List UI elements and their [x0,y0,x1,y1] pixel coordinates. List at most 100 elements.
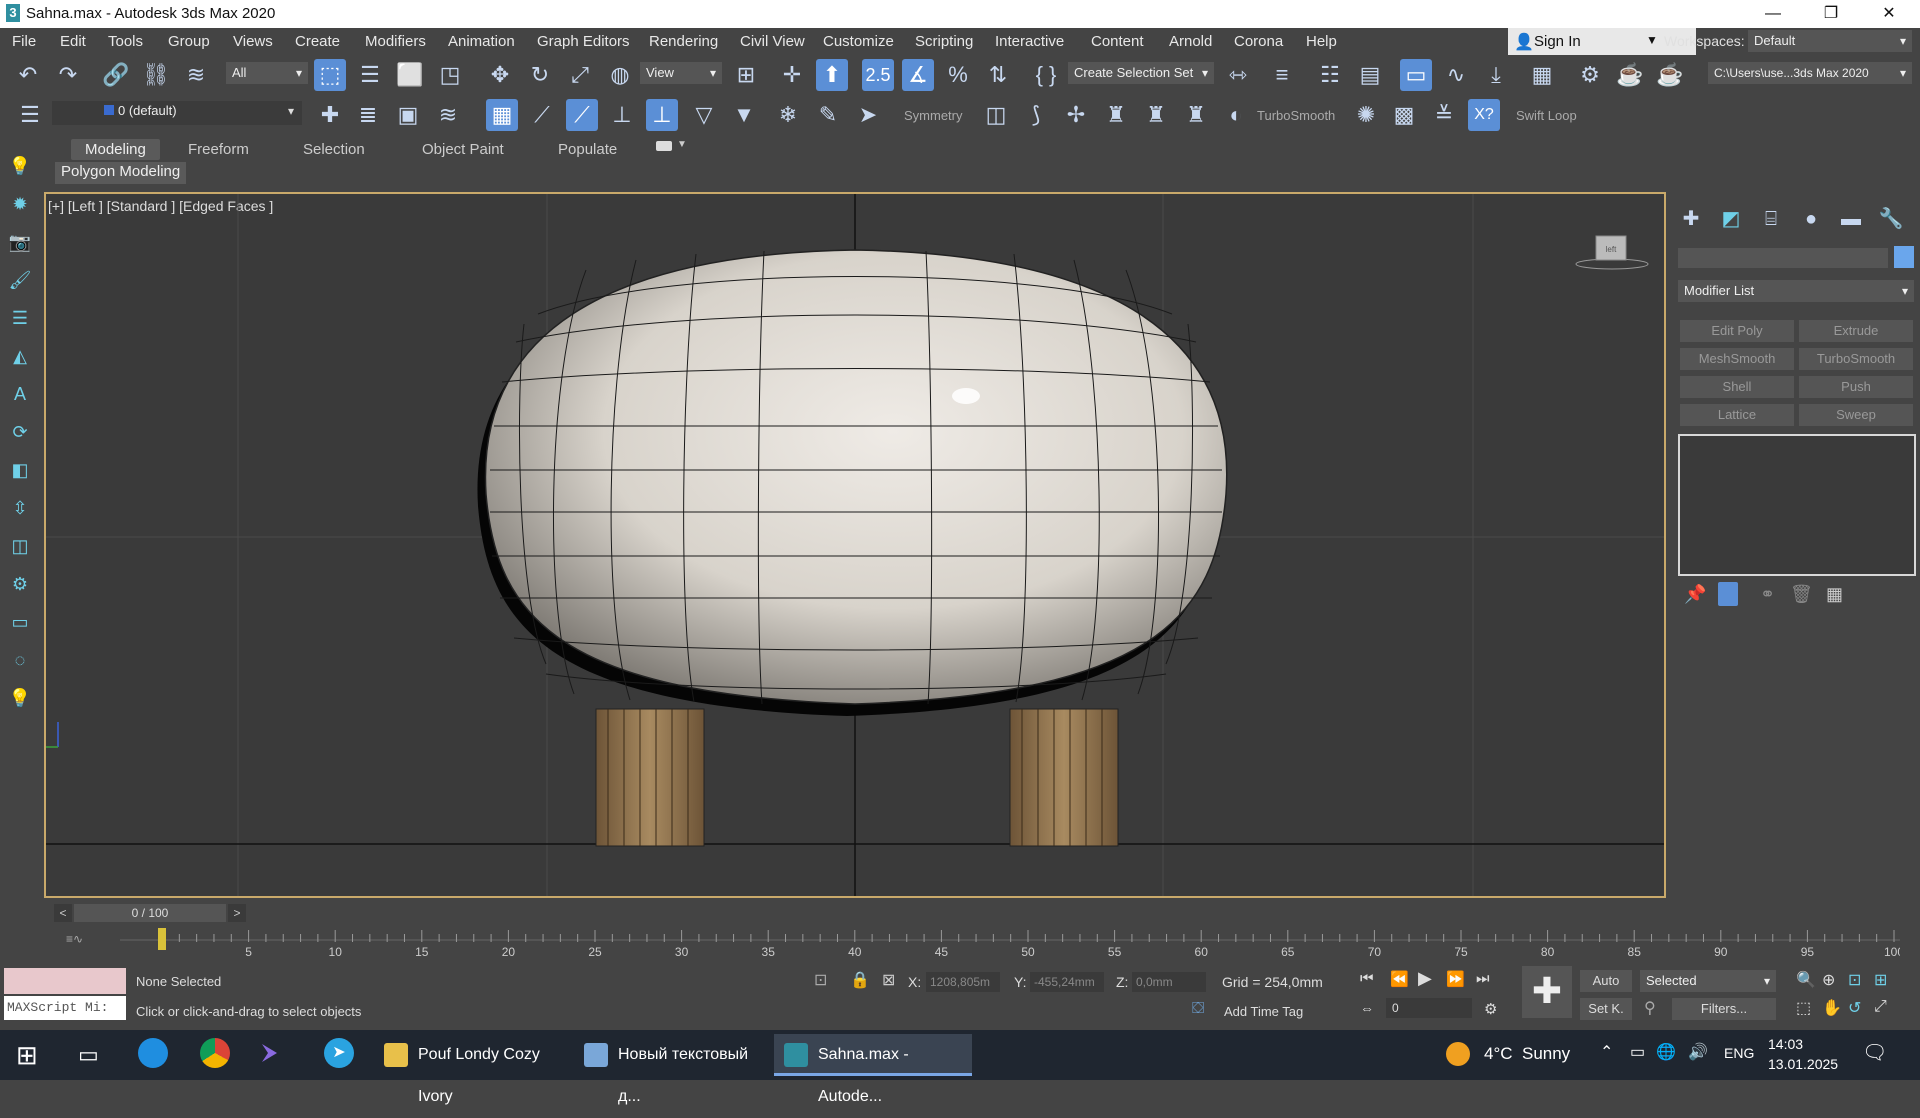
clock-time[interactable]: 14:03 [1768,1036,1803,1052]
volume-icon[interactable]: 🔊 [1688,1042,1708,1062]
modify-panel-icon[interactable]: ◩ [1718,206,1744,232]
zoom-extents-all-icon[interactable]: ⊞ [1874,970,1887,990]
percent-snap-icon[interactable]: % [942,59,974,91]
selection-filter-select[interactable]: All [226,62,308,84]
track-bar[interactable]: 5 10 15 20 25 30 35 40 45 50 55 60 65 70 75 80 85 90 95 100 [120,928,1900,962]
vertex-snap-icon[interactable]: ⟋ [526,99,558,131]
pan-view-icon[interactable]: ✋ [1822,998,1842,1018]
time-tag-icon[interactable]: ⛋ [1192,1000,1204,1018]
notifications-icon[interactable]: 🗨 [1862,1040,1887,1065]
modifier-list-select[interactable]: Modifier List [1678,280,1914,302]
spinner-snap-icon[interactable]: ⇅ [982,59,1014,91]
turbosmooth-label[interactable]: TurboSmooth [1257,108,1335,123]
snaps-toggle-icon[interactable]: 2.5 [862,59,894,91]
cursor-icon[interactable]: ➤ [852,99,884,131]
extrude-button[interactable]: Extrude [1799,320,1913,342]
sun-icon[interactable]: ✹ [8,192,32,216]
field-of-view-icon[interactable]: ⬚ [1796,998,1811,1018]
pin-stack-icon[interactable]: 📌 [1684,584,1706,605]
container-icon[interactable]: ◧ [8,458,32,482]
z-coordinate-field[interactable]: 0,0mm [1132,972,1206,992]
layer-stack-icon[interactable]: ≋ [432,99,464,131]
edit-named-selection-icon[interactable]: { } [1030,59,1062,91]
remove-modifier-icon[interactable]: 🗑 [1790,584,1813,605]
menu-customize[interactable]: Customize [823,33,894,50]
visual-studio-icon[interactable] [262,1044,277,1062]
time-configuration-icon[interactable]: ⚙ [1484,1000,1497,1018]
go-to-start-icon[interactable]: ⏮ [1360,970,1374,987]
layer-manager-icon[interactable]: ☰ [14,99,46,131]
language-indicator[interactable]: ENG [1724,1045,1754,1061]
freeze-icon[interactable]: ❄ [772,99,804,131]
rendered-frame-window-icon[interactable]: ☕ [1614,59,1646,91]
sweep-button[interactable]: Sweep [1799,404,1913,426]
text-icon[interactable]: A [8,382,32,406]
filters-button[interactable]: Filters... [1672,998,1776,1020]
menu-tools[interactable]: Tools [108,33,143,50]
key-filters-icon[interactable]: ⚲ [1644,998,1656,1018]
previous-frame-icon[interactable]: ⏪ [1390,970,1409,988]
menu-help[interactable]: Help [1306,33,1337,50]
scene-explorer-icon[interactable]: ☷ [1314,59,1346,91]
scale-icon[interactable]: ⤢ [564,59,596,91]
layer-selector[interactable]: 0 (default) ▾ [52,101,302,125]
ribbon-options-icon[interactable] [656,141,672,151]
menu-content[interactable]: Content [1091,33,1144,50]
menu-views[interactable]: Views [233,33,273,50]
show-end-result-icon[interactable] [1718,582,1738,606]
weather-icon[interactable] [1446,1042,1470,1066]
slice-icon[interactable]: ≚ [1428,99,1460,131]
menu-group[interactable]: Group [168,33,210,50]
tab-freeform[interactable]: Freeform [188,141,249,158]
hierarchy-panel-icon[interactable]: ⌸ [1758,206,1784,232]
menu-civil-view[interactable]: Civil View [740,33,805,50]
utilities-panel-icon[interactable]: 🔧 [1878,206,1904,232]
zoom-all-icon[interactable]: ⊕ [1822,970,1835,990]
menu-rendering[interactable]: Rendering [649,33,718,50]
menu-scripting[interactable]: Scripting [915,33,973,50]
named-selection-select[interactable]: Create Selection Set [1068,62,1214,84]
menu-interactive[interactable]: Interactive [995,33,1064,50]
y-coordinate-field[interactable]: -455,24mm [1030,972,1104,992]
pivot-center-icon[interactable]: ⊞ [730,59,762,91]
tab-modeling[interactable]: Modeling [71,139,160,160]
rectangular-selection-icon[interactable]: ⬜ [394,59,426,91]
maximize-viewport-icon[interactable]: ⤢ [1874,998,1887,1016]
taskbar-item-notepad[interactable]: Новый текстовый д... [574,1034,770,1105]
relax-icon[interactable]: ✺ [1350,99,1382,131]
lattice-button[interactable]: Lattice [1680,404,1794,426]
layer-explorer-icon[interactable]: ▤ [1354,59,1386,91]
select-object-icon[interactable]: ⬚ [314,59,346,91]
frame-icon[interactable]: ▭ [8,610,32,634]
list-icon[interactable]: ☰ [8,306,32,330]
task-view-icon[interactable]: ▭ [78,1042,99,1068]
create-panel-icon[interactable]: ✚ [1678,206,1704,232]
create-layer-icon[interactable]: ✚ [314,99,346,131]
turbosmooth-button[interactable]: TurboSmooth [1799,348,1913,370]
key-selection-set-select[interactable]: Selected [1640,970,1776,992]
edge-browser-icon[interactable] [138,1038,168,1068]
restore-button[interactable]: ❐ [1802,0,1860,28]
modifier-stack-list[interactable] [1678,434,1916,576]
layers-icon[interactable]: ≣ [352,99,384,131]
push-button[interactable]: Push [1799,376,1913,398]
menu-animation[interactable]: Animation [448,33,515,50]
stretch-icon[interactable]: ♜ [1180,99,1212,131]
chevron-up-icon[interactable]: ⌃ [1600,1042,1613,1062]
paint-brush-icon[interactable]: 🖌 [8,268,32,292]
edge-snap-icon[interactable]: ⟋ [566,99,598,131]
curve-editor-icon[interactable]: ∿ [1440,59,1472,91]
edit-poly-button[interactable]: Edit Poly [1680,320,1794,342]
add-to-layer-icon[interactable]: ▣ [392,99,424,131]
checker-icon[interactable]: ▩ [1388,99,1420,131]
link-icon[interactable]: 🔗 [100,59,132,91]
display-panel-icon[interactable]: ▬ [1838,206,1864,232]
bulb-small-icon[interactable]: 💡 [8,686,32,710]
render-setup-icon[interactable]: ⚙ [1574,59,1606,91]
meshsmooth-button[interactable]: MeshSmooth [1680,348,1794,370]
mirror-icon[interactable]: ⇿ [1222,59,1254,91]
menu-graph-editors[interactable]: Graph Editors [537,33,630,50]
move-icon[interactable]: ✥ [484,59,516,91]
maxscript-input[interactable]: MAXScript Mi: [4,996,126,1020]
select-by-name-icon[interactable]: ☰ [354,59,386,91]
